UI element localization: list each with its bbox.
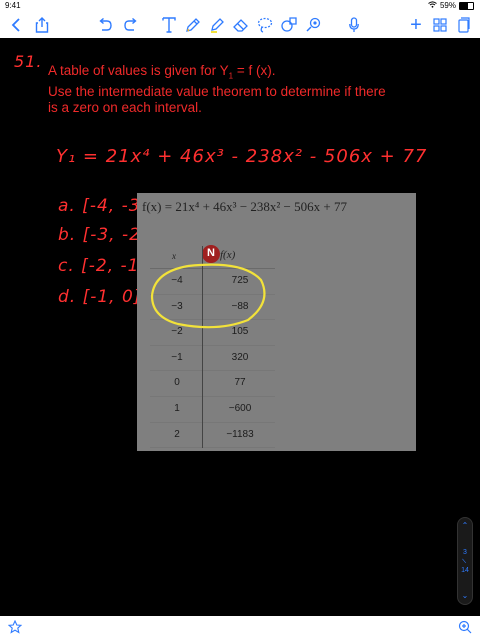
battery-percent: 59% [439,1,456,10]
interval-a: a. [-4, -3] [58,196,149,216]
column-x-header: x [172,251,176,261]
interval-d: d. [-1, 0] [58,287,142,307]
table-row: 0 77 [150,371,275,397]
cell-x: 1 [174,402,180,414]
function-formula: f(x) = 21x⁴ + 46x³ − 238x² − 506x + 77 [142,199,347,214]
handwritten-equation: Y₁ = 21x⁴ + 46x³ - 238x² - 506x + 77 [56,146,428,167]
wifi-icon [428,1,437,10]
cell-fx: −600 [228,402,252,414]
lasso-icon[interactable] [256,15,274,35]
favorite-star-icon[interactable] [7,619,23,639]
toolbar: + [0,12,480,38]
table-row: 1 −600 [150,397,275,423]
shapes-icon[interactable] [280,15,298,35]
highlighter-icon[interactable] [208,15,226,35]
laser-pointer-icon[interactable] [304,15,322,35]
cell-fx: 320 [231,351,249,363]
interval-c: c. [-2, -1] [58,256,148,276]
bottom-bar [0,616,480,640]
share-icon[interactable] [33,15,51,35]
cell-fx: 77 [234,377,246,389]
pen-tool-icon[interactable] [184,15,202,35]
column-fx-header: f(x) [220,249,236,261]
problem-line-3: is a zero on each interval. [48,100,202,115]
battery-icon [459,1,474,10]
cell-fx: −1183 [226,428,254,440]
zoom-icon[interactable] [458,620,472,639]
table-row: −1 320 [150,346,275,372]
undo-icon[interactable] [96,15,114,35]
page-down-icon[interactable]: ⌄ [462,592,469,600]
page-up-icon[interactable]: ⌃ [462,522,469,530]
redo-icon[interactable] [122,15,140,35]
grid-view-icon[interactable] [432,15,448,35]
cell-x: 0 [174,377,180,389]
text-tool-icon[interactable] [160,15,178,35]
cell-x: −1 [171,351,183,363]
page-navigator[interactable]: ⌃ 3 / 14 ⌄ [457,517,473,605]
highlight-circle [150,263,266,329]
eraser-icon[interactable] [232,15,250,35]
problem-line-1: A table of values is given for Y1 = f (x… [48,63,276,81]
problem-number: 51. [14,52,43,71]
microphone-icon[interactable] [346,15,362,35]
back-chevron-icon[interactable] [8,15,24,35]
problem-line-2: Use the intermediate value theorem to de… [48,84,386,99]
status-bar: 9:41 59% [0,0,480,12]
cell-x: 2 [174,428,180,440]
interval-b: b. [-3, -2] [58,225,149,245]
brand-logo-icon: N [202,245,220,263]
status-time: 9:41 [5,1,21,10]
page-copy-icon[interactable] [456,15,472,35]
add-page-button[interactable]: + [408,14,424,36]
table-row: 2 −1183 [150,423,275,449]
